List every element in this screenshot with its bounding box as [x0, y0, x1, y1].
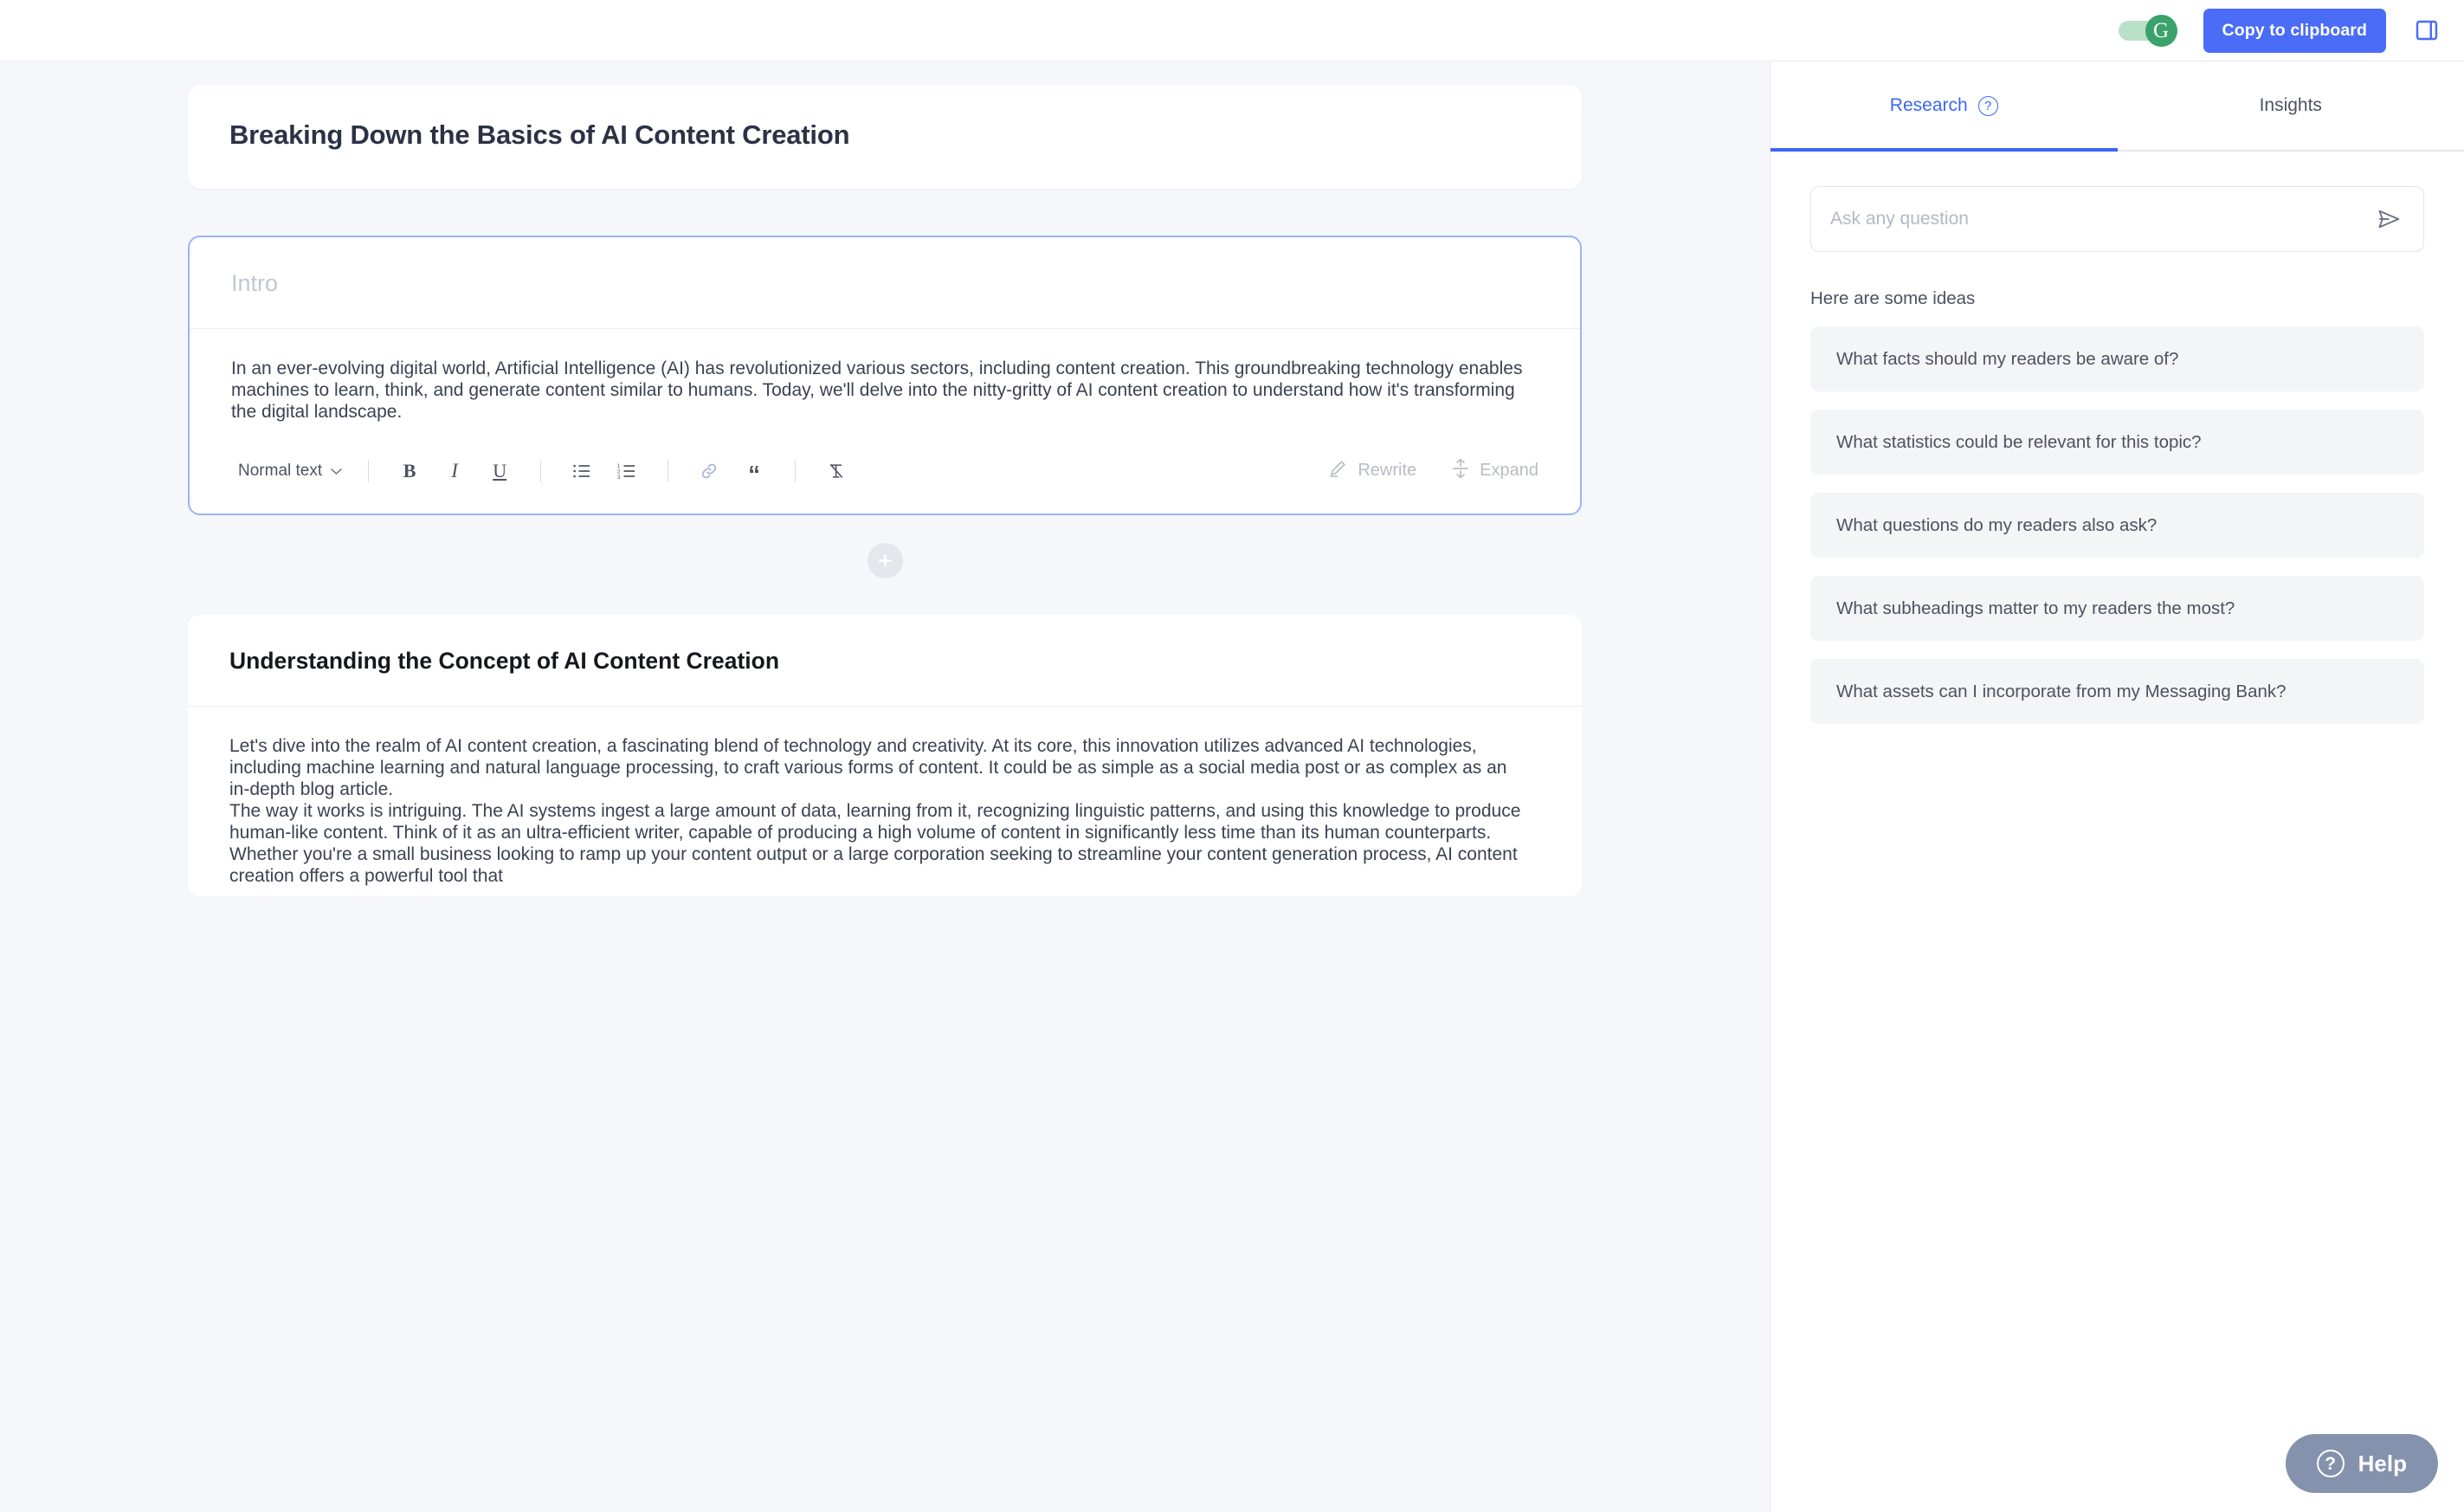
help-button[interactable]: ? Help	[2286, 1434, 2438, 1493]
editor-toolbar: Normal text B I U	[190, 432, 1580, 514]
section-head[interactable]: Intro	[190, 237, 1580, 329]
expand-button[interactable]: Expand	[1451, 458, 1538, 484]
section-head[interactable]: Understanding the Concept of AI Content …	[188, 615, 1582, 707]
section-block-understanding[interactable]: Understanding the Concept of AI Content …	[188, 615, 1582, 896]
list-item[interactable]: What statistics could be relevant for th…	[1810, 410, 2424, 475]
text-style-label: Normal text	[238, 462, 322, 481]
bold-button[interactable]: B	[392, 455, 427, 488]
body-area: Breaking Down the Basics of AI Content C…	[0, 61, 2464, 1512]
paragraph: Whether you're a small business looking …	[229, 844, 1528, 888]
paragraph: In an ever-evolving digital world, Artif…	[231, 359, 1530, 423]
panel-content: Here are some ideas What facts should my…	[1771, 152, 2464, 724]
toolbar-divider	[795, 460, 796, 482]
italic-button[interactable]: I	[437, 455, 472, 488]
tab-research-label: Research	[1890, 95, 1968, 116]
grammarly-icon: G	[2145, 15, 2177, 47]
panel-tabs: Research ? Insights	[1771, 61, 2464, 152]
link-icon[interactable]	[692, 455, 726, 488]
editor-column: Breaking Down the Basics of AI Content C…	[0, 61, 1770, 1512]
svg-text:3: 3	[617, 475, 621, 480]
active-tab-indicator	[1771, 148, 2118, 152]
section-heading: Understanding the Concept of AI Content …	[229, 648, 1540, 675]
section-heading-placeholder: Intro	[231, 270, 1538, 297]
toolbar-divider	[368, 460, 369, 482]
top-bar: G Copy to clipboard	[0, 0, 2464, 61]
ask-question-box[interactable]	[1810, 186, 2424, 252]
clear-formatting-icon[interactable]	[819, 455, 854, 488]
panel-layout-icon[interactable]	[2410, 14, 2443, 47]
chevron-down-icon	[330, 462, 343, 481]
copy-to-clipboard-button[interactable]: Copy to clipboard	[2203, 9, 2386, 53]
rewrite-button[interactable]: Rewrite	[1327, 458, 1416, 484]
text-style-dropdown[interactable]: Normal text	[231, 458, 350, 484]
add-block-row	[0, 543, 1770, 578]
blockquote-icon[interactable]: “	[737, 455, 771, 488]
document-title-card[interactable]: Breaking Down the Basics of AI Content C…	[188, 85, 1582, 189]
grammarly-toggle[interactable]: G	[2119, 13, 2177, 48]
section-body[interactable]: In an ever-evolving digital world, Artif…	[190, 329, 1580, 432]
idea-list: What facts should my readers be aware of…	[1810, 326, 2424, 724]
list-item[interactable]: What subheadings matter to my readers th…	[1810, 576, 2424, 641]
question-mark-icon: ?	[2317, 1450, 2345, 1477]
research-panel: Research ? Insights Here are some ideas	[1770, 61, 2464, 1512]
ideas-label: Here are some ideas	[1810, 288, 2424, 309]
help-label: Help	[2358, 1451, 2407, 1477]
expand-label: Expand	[1480, 461, 1538, 481]
list-item[interactable]: What facts should my readers be aware of…	[1810, 326, 2424, 391]
tab-research[interactable]: Research ?	[1771, 61, 2118, 150]
toolbar-divider	[540, 460, 541, 482]
svg-text:2: 2	[617, 469, 621, 475]
help-circle-icon[interactable]: ?	[1978, 96, 1998, 116]
paragraph: Let's dive into the realm of AI content …	[229, 736, 1528, 801]
paragraph: The way it works is intriguing. The AI s…	[229, 801, 1528, 844]
list-item[interactable]: What assets can I incorporate from my Me…	[1810, 659, 2424, 724]
rewrite-label: Rewrite	[1358, 461, 1416, 481]
expand-vertical-icon	[1451, 458, 1470, 484]
page-title: Breaking Down the Basics of AI Content C…	[229, 120, 1540, 151]
section-body[interactable]: Let's dive into the realm of AI content …	[188, 707, 1582, 896]
bullet-list-icon[interactable]	[564, 455, 599, 488]
svg-text:1: 1	[617, 464, 621, 469]
list-item[interactable]: What questions do my readers also ask?	[1810, 493, 2424, 558]
section-block-intro[interactable]: Intro In an ever-evolving digital world,…	[188, 236, 1582, 515]
tab-insights-label: Insights	[2260, 95, 2322, 116]
pencil-icon	[1327, 458, 1348, 484]
tab-insights[interactable]: Insights	[2118, 61, 2464, 150]
numbered-list-icon[interactable]: 1 2 3	[610, 455, 644, 488]
add-block-button[interactable]	[868, 543, 903, 578]
underline-button[interactable]: U	[482, 455, 517, 488]
search-input[interactable]	[1830, 187, 2373, 251]
send-icon[interactable]	[2373, 204, 2404, 235]
